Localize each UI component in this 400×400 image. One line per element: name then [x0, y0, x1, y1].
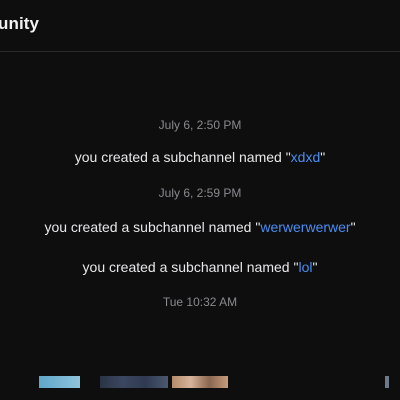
chat-header: unity	[0, 0, 400, 52]
message-feed: July 6, 2:50 PM you created a subchannel…	[0, 53, 400, 371]
message-text-end: "	[312, 259, 318, 275]
image-thumbnail-4[interactable]	[385, 376, 389, 388]
header-title: unity	[0, 14, 40, 33]
timestamp-3: Tue 10:32 AM	[162, 295, 238, 309]
message-text-end: "	[350, 219, 356, 235]
system-message-3: you created a subchannel named "lol"	[0, 259, 400, 275]
image-thumbnail-2[interactable]	[100, 376, 168, 388]
image-thumbnail-3[interactable]	[172, 376, 228, 388]
subchannel-link-xdxd[interactable]: xdxd	[291, 149, 321, 165]
subchannel-link-werwerwerwer[interactable]: werwerwerwer	[260, 219, 350, 235]
system-message-1: you created a subchannel named "xdxd"	[0, 149, 400, 165]
image-thumbnail-1[interactable]	[39, 376, 80, 388]
timestamp-2: July 6, 2:59 PM	[158, 186, 242, 200]
message-text-end: "	[320, 149, 326, 165]
system-message-2: you created a subchannel named "werwerwe…	[0, 219, 400, 235]
message-text: you created a subchannel named "	[44, 219, 261, 235]
attachment-preview-strip	[0, 374, 400, 400]
message-text: you created a subchannel named "	[82, 259, 299, 275]
timestamp-1: July 6, 2:50 PM	[158, 118, 242, 132]
message-text: you created a subchannel named "	[74, 149, 291, 165]
subchannel-link-lol[interactable]: lol	[298, 259, 312, 275]
